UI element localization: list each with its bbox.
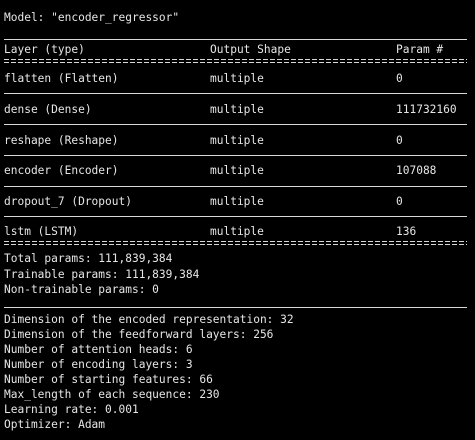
table-row: lstm (LSTM) multiple 136 (0, 225, 475, 239)
hyperparam-line: Dimension of the encoded representation:… (4, 313, 294, 326)
row-output: multiple (210, 72, 264, 85)
row-layer: dropout_7 (Dropout) (4, 195, 132, 208)
table-row: dense (Dense) multiple 111732160 (0, 103, 475, 117)
hyperparam-line: Dimension of the feedforward layers: 256 (4, 328, 274, 341)
table-row: dropout_7 (Dropout) multiple 0 (0, 195, 475, 209)
row-output: multiple (210, 103, 264, 116)
row-params: 136 (396, 225, 417, 238)
top-rule (4, 39, 467, 40)
row-divider (4, 155, 467, 156)
trainable-params: Trainable params: 111,839,384 (4, 268, 200, 281)
row-divider (4, 93, 467, 94)
row-layer: dense (Dense) (4, 103, 92, 116)
row-layer: flatten (Flatten) (4, 72, 119, 85)
row-output: multiple (210, 134, 264, 147)
row-params: 107088 (396, 164, 437, 177)
hyperparam-line: Max_length of each sequence: 230 (4, 388, 220, 401)
header-rule (4, 59, 467, 63)
hyperparam-line: Learning rate: 0.001 (4, 403, 139, 416)
row-layer: lstm (LSTM) (4, 225, 79, 238)
hyperparam-line: Number of encoding layers: 3 (4, 358, 193, 371)
row-params: 0 (396, 195, 403, 208)
row-divider (4, 124, 467, 125)
table-header: Layer (type) Output Shape Param # (0, 43, 475, 57)
summary-bottom-rule (4, 307, 467, 308)
total-params: Total params: 111,839,384 (4, 252, 173, 265)
table-row: flatten (Flatten) multiple 0 (0, 72, 475, 86)
summary-rule (4, 241, 467, 245)
console-output: Model: "encoder_regressor" Layer (type) … (0, 0, 475, 440)
row-params: 0 (396, 72, 403, 85)
hyperparam-line: Number of attention heads: 6 (4, 343, 193, 356)
hyperparam-line: Number of starting features: 66 (4, 373, 213, 386)
row-params: 111732160 (396, 103, 457, 116)
row-output: multiple (210, 195, 264, 208)
row-output: multiple (210, 225, 264, 238)
header-output-shape: Output Shape (210, 43, 291, 56)
header-layer: Layer (type) (4, 43, 85, 56)
non-trainable-params: Non-trainable params: 0 (4, 283, 159, 296)
row-layer: reshape (Reshape) (4, 134, 119, 147)
hyperparam-line: Optimizer: Adam (4, 418, 106, 431)
row-params: 0 (396, 134, 403, 147)
row-output: multiple (210, 164, 264, 177)
row-divider (4, 216, 467, 217)
table-row: reshape (Reshape) multiple 0 (0, 134, 475, 148)
row-divider (4, 186, 467, 187)
table-row: encoder (Encoder) multiple 107088 (0, 164, 475, 178)
model-title: Model: "encoder_regressor" (4, 11, 180, 24)
row-layer: encoder (Encoder) (4, 164, 119, 177)
header-param-count: Param # (396, 43, 444, 56)
